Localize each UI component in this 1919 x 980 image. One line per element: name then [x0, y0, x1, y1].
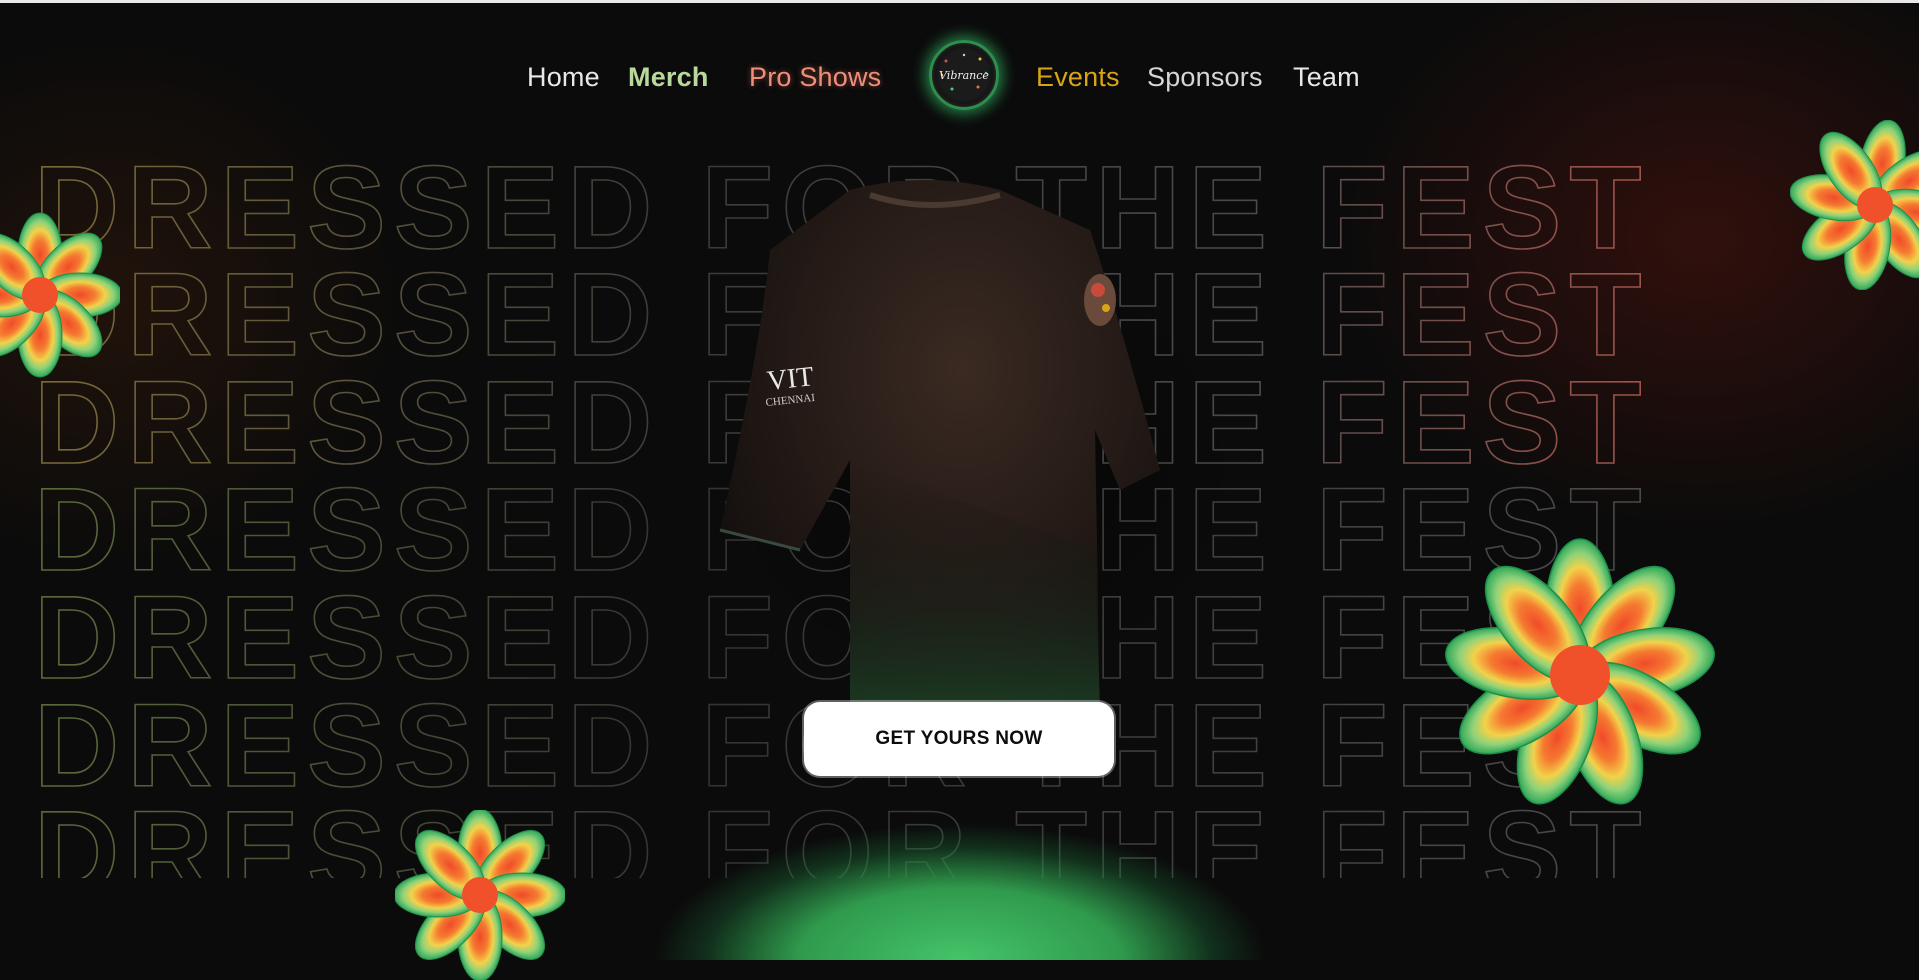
- vibrance-logo[interactable]: Vibrance: [929, 40, 999, 110]
- nav-link-merch[interactable]: Merch: [628, 62, 709, 93]
- tshirt-image: VIT CHENNAI: [700, 170, 1180, 735]
- stage-glow: [600, 760, 1320, 960]
- logo-wordmark: Vibrance: [939, 69, 989, 82]
- get-yours-now-button[interactable]: GET YOURS NOW: [804, 702, 1114, 776]
- main-nav: Home Merch Pro Shows Vibrance Events Spo…: [0, 40, 1919, 112]
- flower-right-large-decoration: [1445, 538, 1715, 805]
- nav-link-events[interactable]: Events: [1036, 62, 1120, 93]
- flower-bottom-left-decoration: [395, 810, 565, 980]
- flower-top-right-decoration: [1790, 120, 1919, 290]
- nav-link-home[interactable]: Home: [527, 62, 600, 93]
- nav-link-sponsors[interactable]: Sponsors: [1147, 62, 1263, 93]
- flower-left-decoration: [0, 212, 120, 378]
- nav-link-pro-shows[interactable]: Pro Shows: [749, 62, 881, 93]
- nav-link-team[interactable]: Team: [1293, 62, 1360, 93]
